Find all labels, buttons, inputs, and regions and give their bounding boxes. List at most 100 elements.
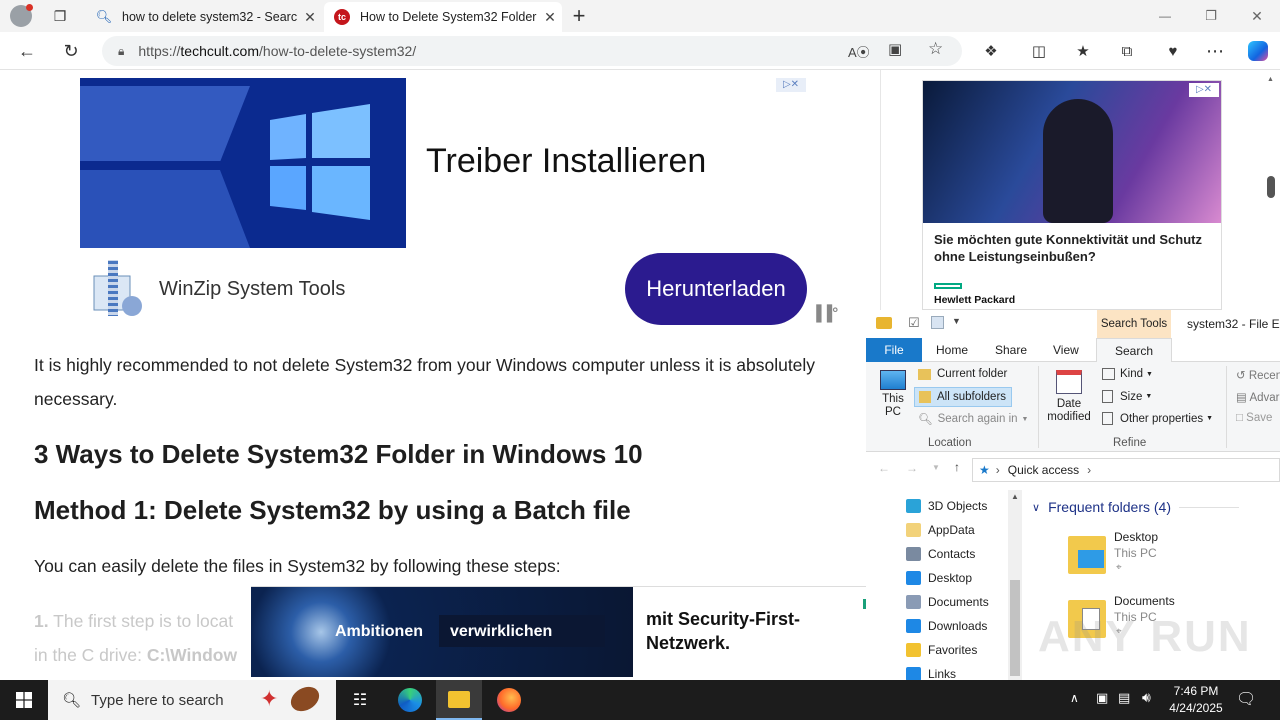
close-window-button[interactable]: ✕	[1242, 1, 1272, 31]
pin-icon: ⌖	[1116, 562, 1122, 573]
ad-sidebar[interactable]: ▷✕ Sie möchten gute Konnektivität und Sc…	[922, 80, 1222, 310]
close-tab-icon[interactable]: ✕	[538, 9, 562, 26]
nav-item[interactable]: Downloads	[906, 616, 987, 636]
recent-locations-icon[interactable]: ▼	[932, 463, 940, 472]
split-screen-icon[interactable]: ◫	[1024, 36, 1054, 66]
start-button[interactable]	[0, 680, 48, 720]
label: Frequent folders (4)	[1048, 499, 1172, 515]
ad-download-button[interactable]: Herunterladen	[625, 253, 807, 325]
minimize-button[interactable]: —	[1150, 1, 1180, 31]
breadcrumb[interactable]: Quick access	[1008, 463, 1079, 477]
date-modified-button[interactable]: Date modified	[1042, 370, 1096, 424]
immersive-reader-icon[interactable]: ▣	[888, 40, 902, 58]
up-icon[interactable]: ↑	[954, 460, 960, 474]
new-tab-button[interactable]: +	[564, 1, 594, 31]
nav-item[interactable]: Contacts	[906, 544, 975, 564]
volume-icon[interactable]: 🔊︎	[1142, 689, 1151, 706]
copilot-icon[interactable]	[1243, 36, 1273, 66]
ad-choices-icon[interactable]: ▷✕	[1189, 83, 1219, 97]
file-explorer-window: ☑ ▼ Search Tools system32 - File Ex File…	[866, 310, 1280, 680]
firefox-taskbar-icon[interactable]	[486, 680, 532, 720]
extensions-icon[interactable]: ❖	[976, 36, 1006, 66]
network-device-icon[interactable]: ▣	[1096, 690, 1108, 706]
tab-file[interactable]: File	[866, 338, 922, 362]
chevron-right-icon: ›	[1087, 463, 1092, 477]
read-aloud-icon[interactable]: A⦿	[848, 42, 870, 61]
nav-item-label: Desktop	[928, 571, 973, 585]
scrollbar[interactable]: ▲	[1262, 70, 1280, 310]
collections-icon[interactable]: ⧉	[1112, 36, 1142, 66]
qat-dropdown-icon[interactable]: ▼	[952, 316, 961, 326]
advanced-options-button[interactable]: ▤ Advar	[1236, 390, 1279, 404]
favorites-icon[interactable]: ★	[1068, 36, 1098, 66]
folder-name: Desktop	[1114, 530, 1159, 544]
tab-search[interactable]: Search	[1096, 338, 1172, 363]
scrollbar-thumb[interactable]	[1010, 580, 1020, 676]
nav-item[interactable]: Documents	[906, 592, 989, 612]
current-folder-button[interactable]: Current folder	[918, 368, 1007, 380]
file-explorer-taskbar-icon[interactable]	[436, 680, 482, 720]
tab-home[interactable]: Home	[936, 338, 968, 362]
taskbar-search-box[interactable]: 🔍︎ Type here to search ✦	[48, 680, 336, 720]
save-search-button[interactable]: □ Save	[1236, 412, 1272, 424]
profile-avatar[interactable]	[10, 4, 33, 27]
nav-item[interactable]: 3D Objects	[906, 496, 987, 516]
tab-share[interactable]: Share	[995, 338, 1027, 362]
tab-view[interactable]: View	[1053, 338, 1079, 362]
this-pc-button[interactable]: This PC	[876, 370, 910, 419]
nav-scrollbar[interactable]: ▲	[1008, 490, 1022, 680]
task-view-icon[interactable]: ☷	[340, 680, 380, 720]
explorer-address-bar[interactable]: ★ › Quick access ›	[972, 458, 1280, 482]
back-icon[interactable]: ←	[12, 36, 42, 66]
dropdown-icon: ▼	[1146, 370, 1153, 378]
performance-icon[interactable]: ♥	[1158, 36, 1188, 66]
close-tab-icon[interactable]: ✕	[298, 9, 322, 26]
step-text: The first step is to locat	[53, 611, 234, 631]
search-tools-tab[interactable]: Search Tools	[1097, 310, 1171, 338]
properties-icon[interactable]: ☑	[908, 315, 920, 331]
nav-item[interactable]: Desktop	[906, 568, 972, 588]
more-menu-icon[interactable]: ⋯	[1200, 36, 1230, 66]
football-icon	[286, 681, 324, 717]
all-subfolders-button[interactable]: All subfolders	[914, 387, 1012, 407]
group-header[interactable]: ∨ Frequent folders (4)	[1032, 499, 1240, 515]
restore-button[interactable]: ❐	[1196, 1, 1226, 31]
chevron-right-icon: ›	[995, 463, 1000, 477]
scroll-up-icon[interactable]: ▲	[1011, 492, 1019, 501]
scrollbar-thumb[interactable]	[1267, 176, 1275, 198]
other-properties-button[interactable]: Other properties ▼	[1102, 412, 1213, 425]
tab-search[interactable]: 🔍︎ how to delete system32 - Search ✕	[86, 2, 322, 32]
nav-item[interactable]: Favorites	[906, 640, 977, 660]
refresh-icon[interactable]: ↻	[56, 36, 86, 66]
ad-text: Netzwerk.	[646, 633, 731, 653]
ad-banner-bottom[interactable]: Ambitionen verwirklichen mit Security-Fi…	[251, 586, 866, 677]
scroll-up-icon[interactable]: ▲	[1267, 76, 1274, 83]
nav-item[interactable]: Links	[906, 664, 956, 680]
ad-banner-top[interactable]: Treiber Installieren ▷✕ WinZip System To…	[78, 76, 838, 326]
clock[interactable]: 7:46 PM 4/24/2025	[1164, 683, 1228, 717]
tab-title: how to delete system32 - Search	[122, 10, 298, 24]
forward-icon[interactable]: →	[906, 461, 918, 475]
ad-text: Sie möchten gute Konnektivität und Schut…	[934, 232, 1202, 264]
tab-actions-icon[interactable]: ❐	[45, 1, 75, 31]
webpage-content: Treiber Installieren ▷✕ WinZip System To…	[0, 70, 866, 680]
nav-item[interactable]: AppData	[906, 520, 975, 540]
search-again-button[interactable]: 🔍︎ Search again in ▼	[918, 412, 1028, 426]
address-bar[interactable]: 🔒︎ https://techcult.com/how-to-delete-sy…	[102, 36, 962, 66]
notifications-icon[interactable]: 🗨︎	[1236, 689, 1256, 709]
back-icon[interactable]: ←	[878, 461, 890, 475]
tab-techcult[interactable]: tc How to Delete System32 Folder in Wind…	[324, 2, 562, 32]
network-icon[interactable]: ▤	[1118, 690, 1130, 706]
nav-item-icon	[906, 499, 921, 513]
show-hidden-icons[interactable]: ∧	[1070, 691, 1079, 705]
size-button[interactable]: Size ▼	[1102, 390, 1152, 403]
nav-item-label: Favorites	[928, 643, 978, 657]
ad-choices-icon[interactable]: ▷✕	[776, 78, 806, 92]
new-folder-icon[interactable]	[931, 316, 944, 329]
favorite-star-icon[interactable]: ☆	[928, 39, 943, 59]
edge-taskbar-icon[interactable]	[388, 680, 432, 720]
folder-tile[interactable]: Desktop This PC ⌖	[1066, 530, 1266, 584]
kind-button[interactable]: Kind ▼	[1102, 368, 1153, 380]
step-text: in the C drive:	[34, 645, 147, 665]
recent-searches-button[interactable]: ↺ Recen	[1236, 368, 1280, 382]
